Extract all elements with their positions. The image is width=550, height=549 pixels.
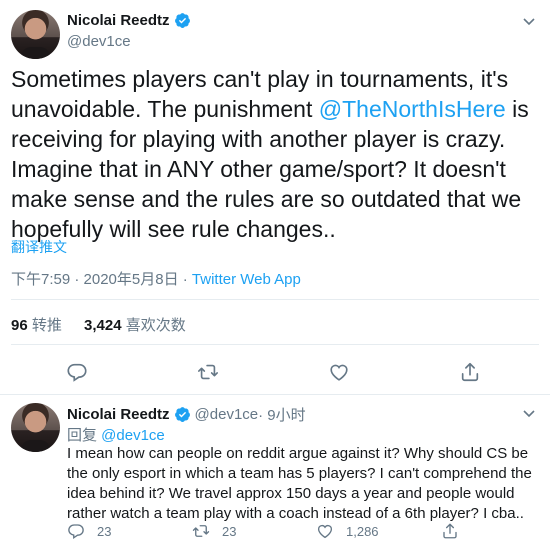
translate-link[interactable]: 翻译推文 — [11, 237, 67, 257]
verified-badge-icon — [174, 12, 191, 29]
source-app-link[interactable]: Twitter Web App — [192, 271, 301, 288]
like-icon — [317, 524, 333, 539]
replying-to: 回复 @dev1ce — [67, 424, 165, 445]
replying-mention-link[interactable]: @dev1ce — [101, 427, 165, 444]
mention-link[interactable]: @TheNorthIsHere — [319, 96, 506, 122]
reply-button[interactable] — [66, 361, 88, 383]
reply-reply-button[interactable]: 23 — [67, 522, 111, 540]
retweet-icon — [198, 364, 218, 380]
author-display-name[interactable]: Nicolai Reedtz — [67, 12, 170, 29]
share-icon — [443, 523, 457, 539]
timestamp[interactable]: 下午7:59 · 2020年5月8日 · — [11, 271, 192, 288]
like-button[interactable] — [328, 361, 350, 383]
divider — [11, 299, 539, 300]
share-icon — [461, 362, 479, 382]
like-icon — [330, 364, 348, 381]
chevron-down-icon[interactable] — [521, 405, 537, 421]
retweets-count[interactable]: 96 — [11, 317, 28, 334]
author-handle[interactable]: @dev1ce — [67, 33, 131, 50]
author-avatar[interactable] — [11, 10, 60, 59]
reply-name-row[interactable]: Nicolai Reedtz @dev1ce · 9小时 — [67, 404, 306, 425]
chevron-down-icon[interactable] — [521, 13, 537, 29]
reply-author-handle[interactable]: @dev1ce — [195, 406, 259, 423]
reply-author-display-name[interactable]: Nicolai Reedtz — [67, 406, 170, 423]
divider — [11, 344, 539, 345]
reply-like-button[interactable]: 1,286 — [316, 522, 379, 540]
tweet-metadata: 下午7:59 · 2020年5月8日 · Twitter Web App — [11, 268, 301, 289]
reply-retweet-button[interactable]: 23 — [192, 522, 236, 540]
reply-share-button[interactable] — [441, 522, 459, 540]
retweet-count: 23 — [222, 523, 237, 539]
share-button[interactable] — [459, 361, 481, 383]
retweet-icon — [192, 525, 210, 537]
retweet-button[interactable] — [197, 361, 219, 383]
reply-icon — [67, 363, 87, 382]
tweet-text: Sometimes players can't play in tourname… — [11, 64, 541, 244]
verified-badge-icon — [174, 406, 191, 423]
engagement-stats: 96 转推 3,424 喜欢次数 — [11, 314, 204, 335]
author-handle-row: @dev1ce — [67, 33, 131, 50]
retweets-label[interactable]: 转推 — [32, 317, 62, 334]
reply-author-avatar[interactable] — [11, 403, 60, 452]
replying-label: 回复 — [67, 427, 102, 444]
likes-count[interactable]: 3,424 — [84, 317, 122, 334]
author-name-row[interactable]: Nicolai Reedtz — [67, 12, 191, 29]
divider — [0, 394, 550, 395]
reply-icon — [68, 524, 84, 540]
reply-text: I mean how can people on reddit argue ag… — [67, 445, 532, 522]
like-count: 1,286 — [346, 523, 379, 539]
reply-count: 23 — [97, 523, 112, 539]
likes-label[interactable]: 喜欢次数 — [126, 317, 186, 334]
reply-time[interactable]: · 9小时 — [258, 404, 306, 425]
